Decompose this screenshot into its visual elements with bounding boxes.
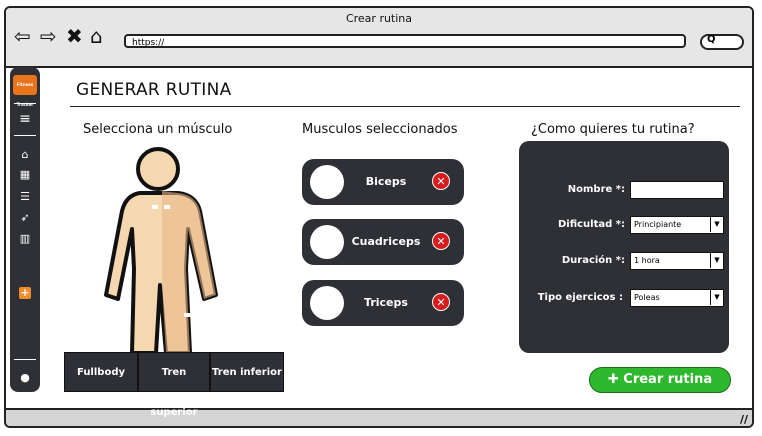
knee-marker — [184, 313, 198, 317]
sidebar: Fitness Tracker ≡ ⌂ ▦ ☰ ➶ ▥ + ● — [10, 67, 40, 392]
search-icon: Q — [707, 34, 716, 45]
create-routine-button[interactable]: ✚ Crear rutina — [589, 367, 731, 393]
resize-grip-icon[interactable]: // — [740, 413, 748, 426]
muscle-avatar — [310, 165, 344, 199]
routine-form-heading: ¿Como quieres tu rutina? — [531, 122, 695, 137]
difficulty-label: Dificultad *: — [557, 219, 625, 230]
create-routine-label: Crear rutina — [623, 372, 713, 387]
chest-marker — [152, 205, 158, 209]
stats-icon[interactable]: ▥ — [10, 233, 40, 245]
tab-tren-superior[interactable]: Tren superior — [138, 352, 210, 418]
chevron-down-icon[interactable]: ▼ — [710, 217, 723, 232]
back-icon[interactable]: ⇦ — [14, 26, 31, 46]
status-bar: // — [6, 408, 752, 426]
head[interactable] — [136, 147, 180, 191]
plus-icon: ✚ — [607, 372, 624, 387]
selected-muscle-item: Biceps ✕ — [302, 159, 464, 205]
search-button[interactable]: Q — [700, 34, 744, 50]
difficulty-select[interactable]: Principiante ▼ — [630, 216, 724, 234]
close-icon[interactable]: ✖ — [66, 26, 83, 46]
title-divider — [70, 106, 740, 107]
muscle-label: Cuadriceps — [351, 235, 421, 248]
tab-tren-inferior[interactable]: Tren inferior — [210, 352, 284, 392]
app-logo: Fitness Tracker — [13, 75, 37, 107]
muscle-avatar — [310, 286, 344, 320]
remove-icon[interactable]: ✕ — [432, 232, 450, 250]
user-icon[interactable]: ● — [10, 372, 40, 384]
muscle-avatar — [310, 225, 344, 259]
window-title: Crear rutina — [345, 12, 413, 25]
page-title: GENERAR RUTINA — [76, 80, 232, 100]
sidebar-divider — [14, 359, 36, 360]
selected-muscles-heading: Musculos seleccionados — [302, 122, 458, 137]
duration-label: Duración *: — [561, 255, 625, 266]
home-icon[interactable]: ⌂ — [90, 26, 103, 46]
browser-titlebar: Crear rutina ⇦ ⇨ ✖ ⌂ https:// Q — [6, 8, 752, 68]
add-icon[interactable]: + — [19, 287, 31, 299]
name-label: Nombre *: — [567, 184, 625, 195]
duration-value: 1 hora — [634, 256, 660, 265]
routine-form: Nombre *: Dificultad *: Principiante ▼ D… — [519, 141, 729, 353]
difficulty-value: Principiante — [634, 220, 682, 229]
sidebar-divider — [14, 103, 36, 104]
sidebar-divider — [14, 135, 36, 136]
remove-icon[interactable]: ✕ — [432, 172, 450, 190]
exercise-type-select[interactable]: Poleas ▼ — [630, 289, 724, 307]
home-nav-icon[interactable]: ⌂ — [10, 149, 40, 161]
exercise-type-value: Poleas — [634, 293, 660, 302]
menu-icon[interactable]: ≡ — [10, 112, 40, 126]
chevron-down-icon[interactable]: ▼ — [710, 253, 723, 268]
muscle-select-heading: Selecciona un músculo — [83, 122, 233, 137]
chest-marker — [164, 205, 170, 209]
muscle-label: Biceps — [365, 175, 407, 188]
rocket-icon[interactable]: ➶ — [10, 212, 40, 224]
calendar-icon[interactable]: ▦ — [10, 169, 40, 181]
duration-select[interactable]: 1 hora ▼ — [630, 252, 724, 270]
body-map[interactable] — [100, 145, 224, 357]
remove-icon[interactable]: ✕ — [432, 293, 450, 311]
name-input[interactable] — [630, 181, 724, 199]
url-bar[interactable]: https:// — [124, 34, 686, 48]
muscle-label: Triceps — [364, 296, 408, 309]
list-icon[interactable]: ☰ — [10, 191, 40, 203]
chevron-down-icon[interactable]: ▼ — [710, 290, 723, 305]
forward-icon[interactable]: ⇨ — [40, 26, 57, 46]
selected-muscle-item: Triceps ✕ — [302, 280, 464, 326]
tab-fullbody[interactable]: Fullbody — [64, 352, 138, 392]
exercise-type-label: Tipo ejercicos : — [537, 292, 623, 303]
selected-muscle-item: Cuadriceps ✕ — [302, 219, 464, 265]
